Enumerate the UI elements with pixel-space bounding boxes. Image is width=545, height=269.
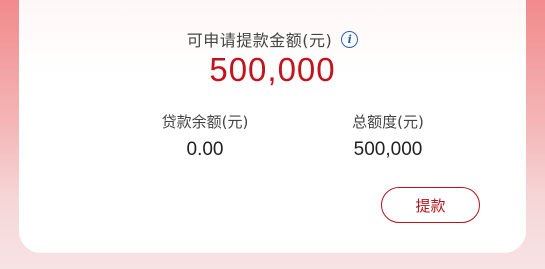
available-amount-value: 500,000	[209, 51, 336, 88]
loan-balance-label: 贷款余额(元)	[161, 113, 249, 131]
loan-summary-card: 可申请提款金额(元) i 500,000 贷款余额(元) 0.00 总额度(元)…	[19, 0, 526, 253]
withdraw-button[interactable]: 提款	[381, 187, 480, 223]
available-amount-label: 可申请提款金额(元)	[186, 31, 333, 50]
info-icon[interactable]: i	[341, 30, 359, 48]
total-limit-value: 500,000	[353, 139, 423, 160]
total-limit-label: 总额度(元)	[352, 113, 424, 131]
loan-balance-value: 0.00	[186, 139, 224, 160]
total-limit-stat: 总额度(元) 500,000	[308, 112, 468, 161]
available-amount-header: 可申请提款金额(元) i	[19, 27, 526, 51]
loan-balance-stat: 贷款余额(元) 0.00	[125, 112, 285, 161]
